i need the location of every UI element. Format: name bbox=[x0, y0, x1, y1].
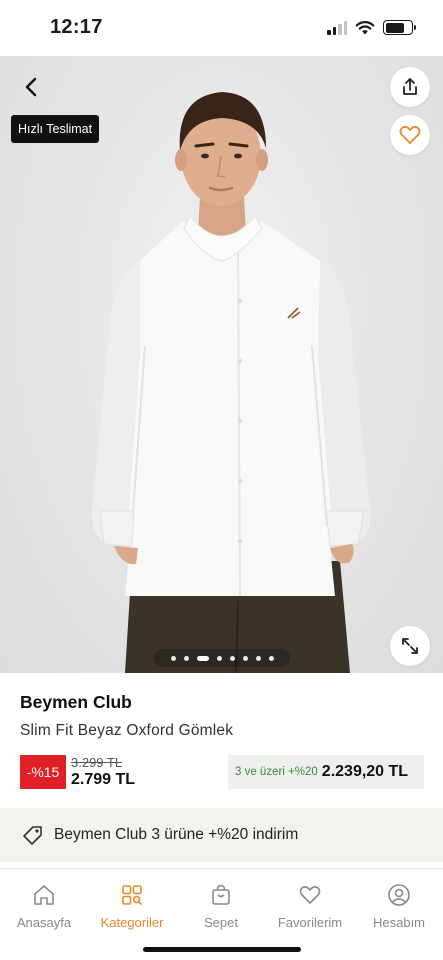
cellular-signal-icon bbox=[327, 20, 347, 35]
fast-delivery-badge: Hızlı Teslimat bbox=[11, 115, 100, 143]
categories-icon bbox=[122, 885, 142, 905]
back-button[interactable] bbox=[14, 70, 48, 104]
nav-item-cart[interactable]: Sepet bbox=[177, 883, 265, 930]
carousel-dot[interactable] bbox=[242, 655, 248, 661]
status-time: 12:17 bbox=[50, 16, 103, 38]
heart-icon bbox=[399, 125, 421, 144]
account-icon bbox=[388, 884, 410, 906]
nav-item-home[interactable]: Anasayfa bbox=[0, 883, 88, 930]
nav-label: Favorilerim bbox=[277, 915, 343, 930]
wifi-icon bbox=[355, 21, 375, 35]
carousel-dot[interactable] bbox=[216, 655, 222, 661]
home-icon bbox=[34, 885, 54, 905]
product-image[interactable]: Hızlı Teslimat bbox=[0, 56, 443, 673]
expand-image-button[interactable] bbox=[390, 626, 430, 666]
favorite-button[interactable] bbox=[390, 115, 430, 155]
nav-label: Sepet bbox=[204, 915, 238, 930]
nav-label: Kategoriler bbox=[100, 915, 164, 930]
carousel-dot[interactable] bbox=[229, 655, 235, 661]
nav-item-favorites[interactable]: Favorilerim bbox=[266, 883, 354, 930]
discount-badge: -%15 bbox=[20, 755, 66, 789]
current-price: 2.799 TL bbox=[71, 771, 136, 788]
nav-label: Hesabım bbox=[372, 915, 426, 930]
heart-icon bbox=[299, 886, 321, 904]
bottom-navigation: Anasayfa Kategoriler Sepet Favorilerim H… bbox=[0, 868, 443, 960]
carousel-dot[interactable] bbox=[268, 655, 274, 661]
nav-item-account[interactable]: Hesabım bbox=[355, 883, 443, 930]
back-arrow-icon bbox=[25, 77, 37, 97]
status-bar: 12:17 bbox=[0, 0, 443, 56]
product-name: Slim Fit Beyaz Oxford Gömlek bbox=[20, 722, 234, 739]
expand-icon bbox=[402, 638, 418, 654]
bundle-label: 3 ve üzeri +%20 bbox=[235, 766, 318, 778]
old-price: 3.299 TL bbox=[71, 755, 123, 770]
bundle-offer: 3 ve üzeri +%20 2.239,20 TL bbox=[228, 755, 424, 789]
share-button[interactable] bbox=[390, 67, 430, 107]
nav-item-categories[interactable]: Kategoriler bbox=[88, 883, 176, 930]
product-photo bbox=[91, 92, 371, 673]
home-indicator bbox=[143, 947, 301, 952]
promo-text: Beymen Club 3 ürüne +%20 indirim bbox=[54, 826, 299, 843]
battery-icon bbox=[383, 20, 416, 35]
bundle-price: 2.239,20 TL bbox=[321, 763, 409, 780]
share-icon bbox=[403, 78, 417, 95]
image-carousel-indicator[interactable] bbox=[154, 649, 290, 667]
carousel-dot[interactable] bbox=[170, 655, 176, 661]
carousel-dot[interactable] bbox=[255, 655, 261, 661]
bag-icon bbox=[212, 884, 230, 905]
promo-banner[interactable]: Beymen Club 3 ürüne +%20 indirim bbox=[0, 808, 443, 862]
tag-icon bbox=[23, 826, 42, 845]
product-brand[interactable]: Beymen Club bbox=[20, 692, 132, 713]
carousel-dot[interactable] bbox=[196, 655, 209, 661]
status-icons bbox=[327, 20, 416, 35]
carousel-dot[interactable] bbox=[183, 655, 189, 661]
nav-label: Anasayfa bbox=[16, 915, 72, 930]
